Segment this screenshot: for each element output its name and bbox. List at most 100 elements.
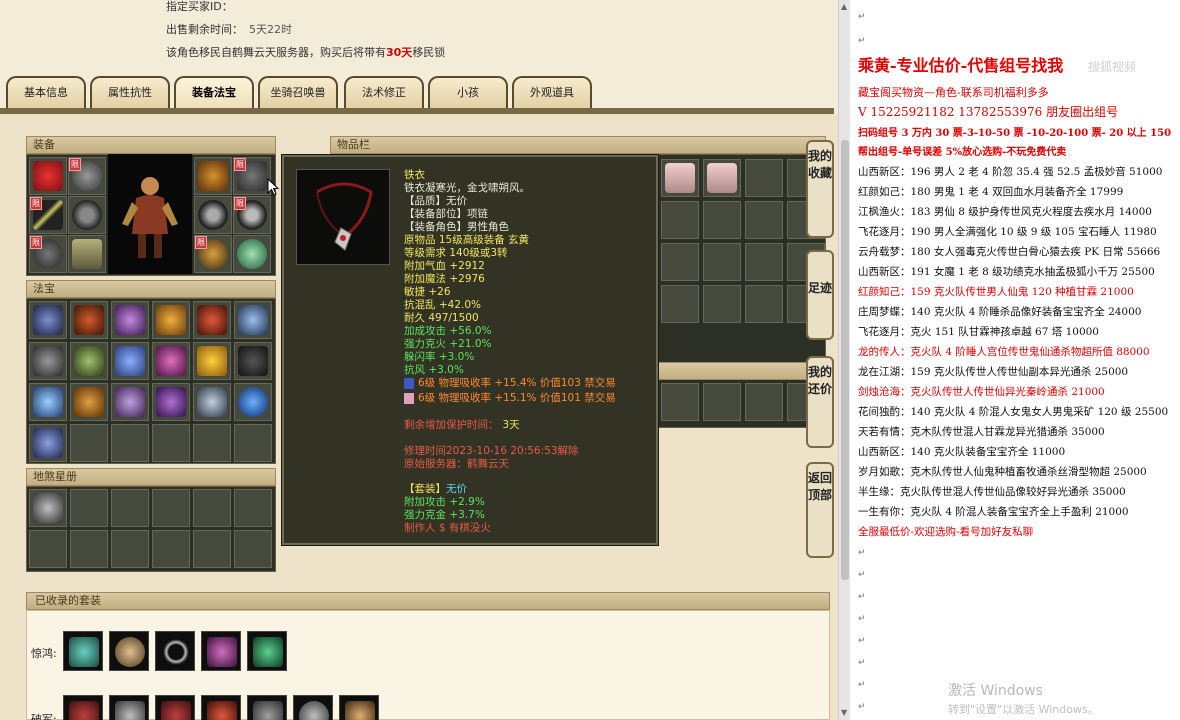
tab-equipment[interactable]: 装备法宝 xyxy=(174,76,254,108)
fabao-slot[interactable] xyxy=(152,383,190,421)
star-slot-empty[interactable] xyxy=(193,489,231,527)
fabao-slot[interactable] xyxy=(29,424,67,462)
fabao-slot-empty[interactable] xyxy=(193,424,231,462)
star-card-icon xyxy=(33,493,63,523)
fabao-slot[interactable] xyxy=(111,342,149,380)
fabao-slot[interactable] xyxy=(29,342,67,380)
fabao-slot-empty[interactable] xyxy=(152,424,190,462)
fabao-slot[interactable] xyxy=(111,301,149,339)
inventory-slot-empty[interactable] xyxy=(703,243,741,281)
screen: 指定买家ID： 出售剩余时间： 5天22时 该角色移民自鹤舞云天服务器，购买后将带… xyxy=(0,0,1180,720)
inventory-slot-empty[interactable] xyxy=(745,201,783,239)
suit-item[interactable] xyxy=(201,695,241,720)
star-slot-empty[interactable] xyxy=(111,530,149,568)
star-slot-empty[interactable] xyxy=(111,489,149,527)
star-slot-empty[interactable] xyxy=(152,489,190,527)
suit-item[interactable] xyxy=(155,631,195,671)
inventory-slot-empty[interactable] xyxy=(745,159,783,197)
fabao-slot[interactable] xyxy=(70,301,108,339)
equip-slot-necklace[interactable]: 限 xyxy=(233,157,271,195)
equip-slot-ring[interactable] xyxy=(68,196,106,234)
fabao-slot[interactable] xyxy=(70,342,108,380)
tt-server: 原始服务器：鹤舞云天 xyxy=(404,458,509,470)
inventory-slot[interactable] xyxy=(703,159,741,197)
suit-item[interactable] xyxy=(63,695,103,720)
activation-watermark-sub: 转到"设置"以激活 Windows。 xyxy=(948,703,1099,716)
fabao-slot[interactable] xyxy=(152,301,190,339)
equip-slot-orb[interactable] xyxy=(233,235,271,273)
equip-slot-amulet[interactable]: 限 xyxy=(29,235,67,273)
inventory-slot-empty[interactable] xyxy=(661,285,699,323)
star-slot-empty[interactable] xyxy=(234,530,272,568)
star-slot-empty[interactable] xyxy=(152,530,190,568)
tt-set-gold: 强力克金 +3.7% xyxy=(404,509,485,521)
star-slot-empty[interactable] xyxy=(70,489,108,527)
inventory-slot[interactable] xyxy=(661,159,699,197)
fabao-slot[interactable] xyxy=(234,383,272,421)
tab-mount-summon[interactable]: 坐骑召唤兽 xyxy=(258,76,338,108)
pink-robe-icon xyxy=(665,163,695,193)
fabao-slot[interactable] xyxy=(70,383,108,421)
star-slot[interactable] xyxy=(29,489,67,527)
suit-item[interactable] xyxy=(339,695,379,720)
fabao-slot-empty[interactable] xyxy=(70,424,108,462)
star-slot-empty[interactable] xyxy=(29,530,67,568)
inventory-slot-empty[interactable] xyxy=(745,383,783,421)
suit-item[interactable] xyxy=(155,695,195,720)
inventory-slot-empty[interactable] xyxy=(661,243,699,281)
inventory-slot-empty[interactable] xyxy=(745,285,783,323)
my-favorites-button[interactable]: 我的收藏 xyxy=(806,140,834,238)
suit-item[interactable] xyxy=(247,695,287,720)
star-slot-empty[interactable] xyxy=(193,530,231,568)
suit-item[interactable] xyxy=(109,631,149,671)
red-armor-icon xyxy=(33,161,63,191)
my-counter-offer-button[interactable]: 我的还价 xyxy=(806,356,834,448)
footprint-button[interactable]: 足迹 xyxy=(806,250,834,340)
tab-child[interactable]: 小孩 xyxy=(428,76,508,108)
suit-item[interactable] xyxy=(293,695,333,720)
back-to-top-button[interactable]: 返回顶部 xyxy=(806,462,834,558)
fabao-slot[interactable] xyxy=(29,301,67,339)
tab-spell-fix[interactable]: 法术修正 xyxy=(344,76,424,108)
fabao-slot[interactable] xyxy=(234,301,272,339)
suit-item[interactable] xyxy=(109,695,149,720)
page-scrollbar[interactable]: ▲ ▼ xyxy=(838,0,850,720)
suit-item-icon xyxy=(299,701,329,720)
tab-attributes[interactable]: 属性抗性 xyxy=(90,76,170,108)
fabao-slot[interactable] xyxy=(193,342,231,380)
equip-slot-bracelet[interactable]: 限 xyxy=(194,235,232,273)
inventory-slot-empty[interactable] xyxy=(703,201,741,239)
suit-item[interactable] xyxy=(63,631,103,671)
equip-slot-boots[interactable] xyxy=(68,235,106,273)
equip-slot-ring-2[interactable] xyxy=(194,196,232,234)
fabao-slot[interactable] xyxy=(29,383,67,421)
inventory-slot-empty[interactable] xyxy=(745,243,783,281)
suit-item[interactable] xyxy=(201,631,241,671)
equip-slot-ring-3[interactable]: 限 xyxy=(233,196,271,234)
fabao-slot[interactable] xyxy=(152,342,190,380)
promo-sub4: 帮出组号-单号误差 5%放心选购-不玩免费代卖 xyxy=(858,147,1067,158)
tab-appearance[interactable]: 外观道具 xyxy=(512,76,592,108)
fabao-slot[interactable] xyxy=(193,383,231,421)
fabao-slot[interactable] xyxy=(234,342,272,380)
equip-slot-weapon[interactable]: 限 xyxy=(29,196,67,234)
suit-item[interactable] xyxy=(247,631,287,671)
equip-slot-armor[interactable] xyxy=(29,157,67,195)
equip-slot-belt[interactable] xyxy=(194,157,232,195)
inventory-slot-empty[interactable] xyxy=(661,383,699,421)
inventory-slot-empty[interactable] xyxy=(703,285,741,323)
inventory-slot-empty[interactable] xyxy=(661,201,699,239)
star-slot-empty[interactable] xyxy=(234,489,272,527)
fabao-slot[interactable] xyxy=(193,301,231,339)
scroll-up-icon[interactable]: ▲ xyxy=(841,2,847,11)
inventory-slot-empty[interactable] xyxy=(703,383,741,421)
fabao-slot-empty[interactable] xyxy=(234,424,272,462)
equip-slot-helmet[interactable]: 限 xyxy=(68,157,106,195)
fabao-slot-empty[interactable] xyxy=(111,424,149,462)
tab-basic-info[interactable]: 基本信息 xyxy=(6,76,86,108)
scroll-down-icon[interactable]: ▼ xyxy=(841,708,847,717)
scroll-thumb[interactable] xyxy=(841,140,849,580)
fabao-slot[interactable] xyxy=(111,383,149,421)
star-slot-empty[interactable] xyxy=(70,530,108,568)
return-mark-icon: ↵ xyxy=(858,592,866,602)
